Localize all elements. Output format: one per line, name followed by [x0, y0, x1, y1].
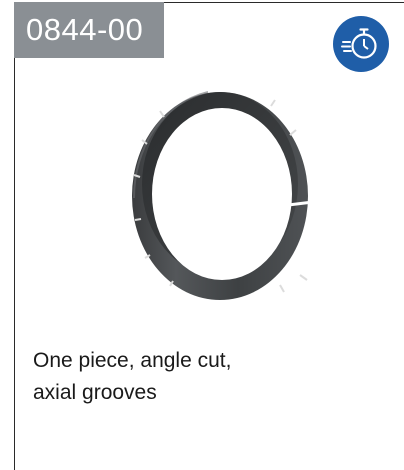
- stopwatch-speed-icon: [333, 16, 389, 72]
- part-number-badge: 0844-00: [14, 2, 164, 58]
- description-line-1: One piece, angle cut,: [33, 349, 232, 372]
- product-card[interactable]: 0844-00 One piece, angle cut, axial groo…: [0, 0, 404, 470]
- description-line-2: axial grooves: [33, 381, 157, 404]
- guide-ring-image: [132, 91, 314, 300]
- product-description: One piece, angle cut, axial grooves: [33, 345, 373, 409]
- card-left-border: [14, 2, 15, 470]
